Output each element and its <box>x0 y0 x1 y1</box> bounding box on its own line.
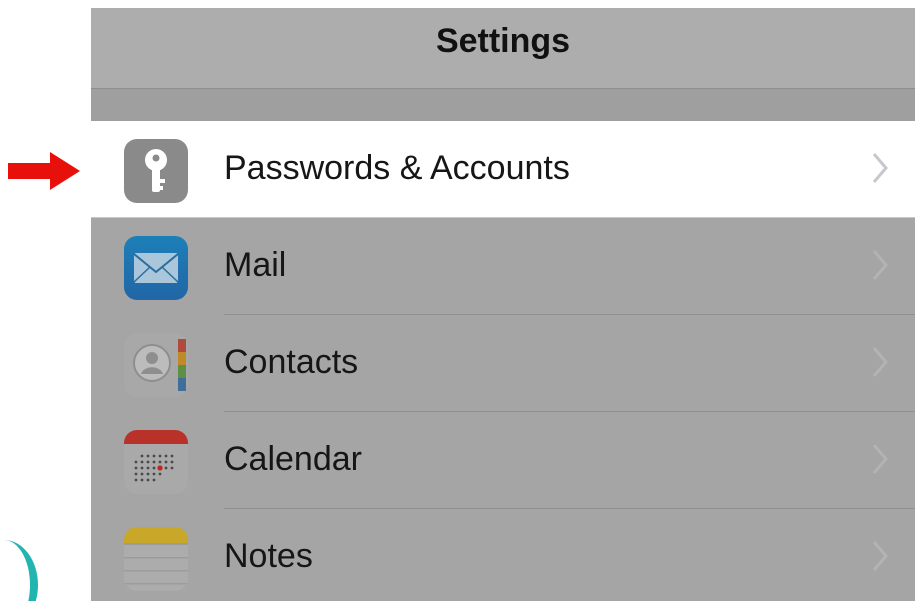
calendar-icon <box>124 430 188 494</box>
red-arrow-annotation-icon <box>8 152 80 190</box>
chevron-right-icon <box>872 250 888 280</box>
section-gap <box>91 89 915 121</box>
row-label: Passwords & Accounts <box>224 149 570 187</box>
key-icon <box>124 139 188 203</box>
settings-row-mail[interactable]: Mail <box>91 218 915 315</box>
row-label: Mail <box>224 246 287 284</box>
row-label: Calendar <box>224 440 362 478</box>
notes-icon <box>124 527 188 591</box>
row-label: Notes <box>224 537 313 575</box>
screenshot-page: Settings Passwords & Accounts Mail Conta… <box>0 0 915 601</box>
navigation-bar: Settings <box>91 8 915 89</box>
settings-row-calendar[interactable]: Calendar <box>91 412 915 509</box>
chevron-right-icon <box>872 541 888 571</box>
row-label: Contacts <box>224 343 359 381</box>
page-title: Settings <box>435 22 571 60</box>
settings-row-notes[interactable]: Notes <box>91 509 915 601</box>
chevron-right-icon <box>872 153 888 183</box>
chevron-right-icon <box>872 347 888 377</box>
chevron-right-icon <box>872 444 888 474</box>
teal-corner-decoration <box>0 540 38 601</box>
settings-row-contacts[interactable]: Contacts <box>91 315 915 412</box>
settings-row-passwords-accounts[interactable]: Passwords & Accounts <box>91 121 915 218</box>
mail-icon <box>124 236 188 300</box>
contacts-icon <box>124 333 188 397</box>
settings-screen: Settings Passwords & Accounts Mail Conta… <box>91 8 915 601</box>
